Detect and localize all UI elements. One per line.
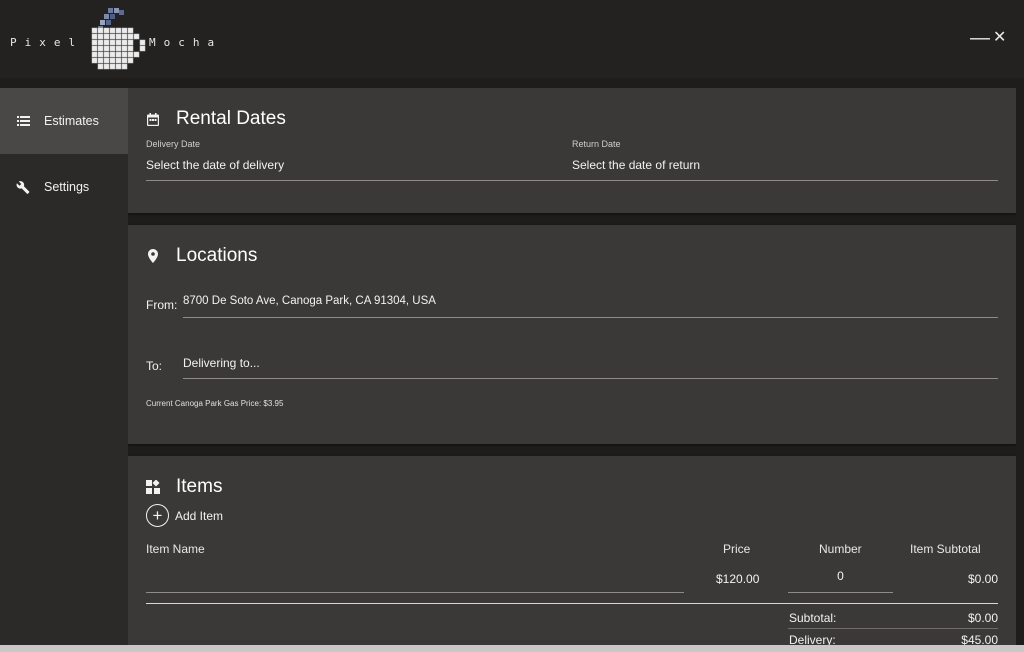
add-item-label: Add Item (175, 508, 224, 523)
to-underline (183, 378, 998, 379)
plus-circle-icon: + (146, 504, 169, 527)
locations-card: Locations From: 8700 De Soto Ave, Canoga… (128, 225, 1016, 444)
subtotal-underline (788, 628, 998, 629)
wrench-icon (16, 180, 30, 194)
delivery-date-label: Delivery Date (146, 139, 201, 149)
date-fields-underline (146, 180, 998, 181)
background-taskbar-strip (0, 645, 1024, 652)
list-icon (16, 114, 30, 128)
subtotal-value: $0.00 (967, 611, 998, 625)
main-content: Rental Dates Delivery Date Select the da… (128, 88, 1016, 652)
column-header-price: Price (723, 542, 751, 556)
delivery-date-picker[interactable]: Select the date of delivery (146, 158, 566, 172)
to-address-input[interactable]: Delivering to... (183, 356, 998, 370)
sidebar-item-label: Estimates (44, 114, 99, 128)
from-underline (183, 317, 998, 318)
sidebar-item-estimates[interactable]: Estimates (0, 88, 128, 154)
item-number-input[interactable]: 0 (788, 569, 893, 583)
item-name-underline (146, 592, 684, 593)
item-number-underline (788, 592, 893, 593)
subtotal-label: Subtotal: (789, 611, 837, 625)
locations-heading: Locations (146, 245, 257, 267)
from-address-input[interactable]: 8700 De Soto Ave, Canoga Park, CA 91304,… (183, 295, 998, 307)
locations-title: Locations (176, 245, 258, 266)
column-header-item-subtotal: Item Subtotal (910, 542, 981, 556)
rental-dates-title: Rental Dates (176, 108, 286, 129)
sidebar-item-label: Settings (44, 180, 90, 194)
rental-dates-card: Rental Dates Delivery Date Select the da… (128, 88, 1016, 213)
column-header-number: Number (819, 542, 862, 556)
items-title: Items (176, 476, 223, 497)
items-card: Items (128, 456, 1016, 652)
sidebar-item-settings[interactable]: Settings (0, 154, 128, 220)
items-heading: Items (146, 476, 222, 498)
column-header-item-name: Item Name (146, 542, 205, 556)
totals-divider (146, 603, 998, 604)
widgets-icon (146, 480, 160, 494)
item-name-input[interactable] (146, 571, 684, 587)
map-pin-icon (146, 249, 160, 263)
add-item-button[interactable]: + Add Item (146, 504, 223, 527)
brand-text-left: Pixel (10, 36, 84, 49)
return-date-picker[interactable]: Select the date of return (572, 158, 998, 172)
close-button[interactable]: ✕ (993, 28, 1006, 48)
sidebar: Estimates Settings (0, 88, 128, 652)
title-bar: Pixel Mocha — ✕ (0, 0, 1024, 78)
minimize-button[interactable]: — (970, 28, 990, 48)
calendar-icon (146, 112, 160, 126)
from-label: From: (146, 298, 178, 312)
item-price: $120.00 (716, 572, 760, 586)
rental-dates-heading: Rental Dates (146, 108, 286, 130)
brand-text-right: Mocha (149, 36, 223, 49)
return-date-label: Return Date (572, 139, 621, 149)
pixel-coffee-mug-icon (91, 8, 146, 70)
to-label: To: (146, 359, 163, 373)
item-subtotal: $0.00 (967, 572, 998, 586)
gas-price-note: Current Canoga Park Gas Price: $3.95 (146, 399, 284, 408)
